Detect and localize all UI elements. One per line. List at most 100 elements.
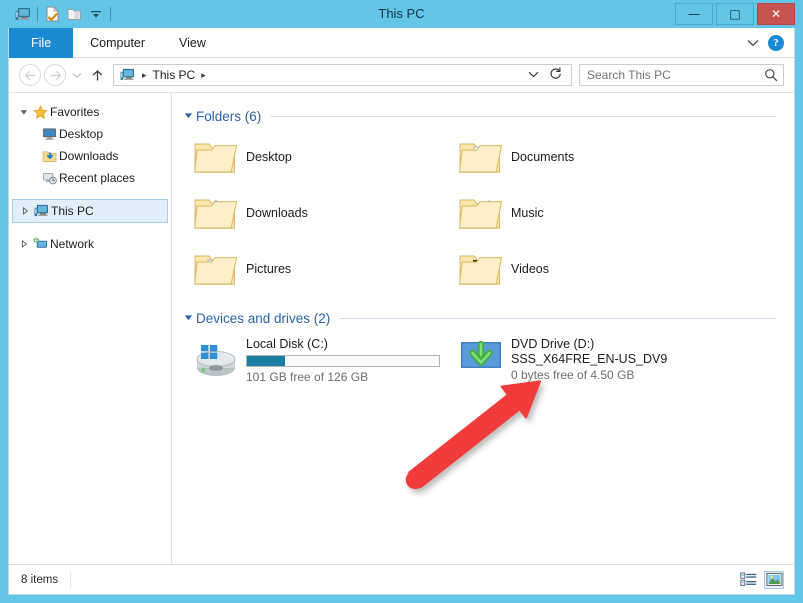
list-item[interactable]: Downloads <box>180 185 445 241</box>
expand-triangle-icon[interactable] <box>17 108 30 116</box>
view-mode-buttons <box>738 570 784 589</box>
group-header-folders[interactable]: Folders (6) <box>180 105 794 127</box>
sidebar-item-this-pc[interactable]: This PC <box>12 199 168 223</box>
forward-button[interactable] <box>44 64 66 86</box>
sidebar-item-favorites[interactable]: Favorites <box>9 101 171 123</box>
search-icon[interactable] <box>764 68 778 82</box>
sidebar-item-label: Recent places <box>59 171 136 185</box>
status-bar: 8 items <box>9 564 794 594</box>
drive-free-space: 101 GB free of 126 GB <box>246 370 369 384</box>
search-box[interactable] <box>579 64 784 86</box>
tab-computer[interactable]: Computer <box>73 28 162 58</box>
sidebar-item-label: Network <box>50 237 95 251</box>
sidebar-item-label: This PC <box>51 204 94 218</box>
videos-folder-icon <box>451 249 511 289</box>
folders-grid: Desktop Documents Downloads Music Pictur… <box>180 129 794 297</box>
drive-name: Local Disk (C:) <box>246 337 328 351</box>
large-icons-view-icon[interactable] <box>764 570 784 589</box>
list-item[interactable]: Videos <box>445 241 710 297</box>
this-pc-icon <box>31 204 51 218</box>
address-history-icon[interactable] <box>520 70 547 80</box>
list-item[interactable]: Desktop <box>180 129 445 185</box>
list-item[interactable]: Documents <box>445 129 710 185</box>
group-header-devices-and-drives[interactable]: Devices and drives (2) <box>180 307 794 329</box>
music-folder-icon <box>451 193 511 233</box>
close-button[interactable]: ✕ <box>757 3 795 25</box>
group-divider <box>339 317 776 319</box>
tab-file[interactable]: File <box>9 28 74 58</box>
recent-locations-button[interactable] <box>69 64 85 86</box>
collapse-triangle-icon[interactable] <box>18 207 31 215</box>
group-divider <box>270 115 776 117</box>
breadcrumb-separator[interactable]: ▸ <box>136 70 153 81</box>
navigation-pane: Favorites Desktop Downloads Recent place… <box>9 93 172 564</box>
pictures-folder-icon <box>186 249 246 289</box>
sidebar-item-label: Favorites <box>50 105 100 119</box>
drive-usage-bar <box>246 355 440 367</box>
list-item[interactable]: Local Disk (C:) 101 GB free of 126 GB <box>180 331 445 389</box>
content-pane[interactable]: Folders (6) Desktop Documents Downloads … <box>172 93 794 564</box>
downloads-folder-icon <box>186 193 246 233</box>
sidebar-item-recent-places[interactable]: Recent places <box>9 167 171 189</box>
documents-folder-icon <box>451 137 511 177</box>
refresh-icon[interactable] <box>547 67 569 83</box>
collapse-triangle-icon[interactable] <box>180 313 196 324</box>
item-label: Videos <box>511 262 549 276</box>
item-label: Pictures <box>246 262 292 276</box>
item-label: Downloads <box>246 206 308 220</box>
downloads-folder-icon <box>39 149 59 163</box>
details-view-icon[interactable] <box>738 571 758 589</box>
help-icon[interactable]: ? <box>768 34 784 51</box>
collapse-triangle-icon[interactable] <box>180 111 196 122</box>
minimize-button[interactable]: — <box>675 3 713 25</box>
desktop-folder-icon <box>186 137 246 177</box>
client-area: File Computer View ? ▸ This PC ▸ Search … <box>8 28 795 595</box>
drive-usage-fill <box>247 356 286 366</box>
close-icon: ✕ <box>770 7 782 21</box>
minimize-icon: — <box>688 7 700 21</box>
chevron-down-icon[interactable] <box>747 37 759 49</box>
recent-places-icon <box>39 171 59 185</box>
network-icon <box>30 237 50 251</box>
item-label: Documents <box>511 150 575 164</box>
back-button[interactable] <box>19 64 41 86</box>
group-title: Devices and drives (2) <box>196 310 331 326</box>
ribbon-tab-strip: File Computer View ? <box>9 28 794 58</box>
title-bar[interactable]: This PC — □ ✕ <box>8 0 795 28</box>
sidebar-item-desktop[interactable]: Desktop <box>9 123 171 145</box>
list-item[interactable]: DVD Drive (D:) SSS_X64FRE_EN-US_DV9 0 by… <box>445 331 710 389</box>
item-label: Music <box>511 206 544 220</box>
maximize-button[interactable]: □ <box>716 3 754 25</box>
this-pc-icon <box>118 67 136 83</box>
sidebar-item-label: Downloads <box>59 149 119 163</box>
sidebar-item-label: Desktop <box>59 127 104 141</box>
star-icon <box>30 104 50 120</box>
ribbon-right-controls: ? <box>747 28 794 57</box>
drive-info: DVD Drive (D:) SSS_X64FRE_EN-US_DV9 0 by… <box>511 335 710 383</box>
item-label: Desktop <box>246 150 292 164</box>
drive-volume-label: SSS_X64FRE_EN-US_DV9 <box>511 352 668 366</box>
address-bar-row: ▸ This PC ▸ <box>9 58 794 92</box>
breadcrumb[interactable]: ▸ This PC ▸ <box>113 64 572 86</box>
breadcrumb-trailing-separator[interactable]: ▸ <box>195 70 212 81</box>
search-input[interactable] <box>587 68 764 82</box>
drive-info: Local Disk (C:) 101 GB free of 126 GB <box>246 335 445 385</box>
up-one-level-button[interactable] <box>87 64 107 86</box>
local-disk-icon <box>186 335 246 379</box>
drive-name: DVD Drive (D:) <box>511 337 595 351</box>
tab-view[interactable]: View <box>162 28 223 58</box>
sidebar-item-network[interactable]: Network <box>9 233 171 255</box>
breadcrumb-segment-this-pc[interactable]: This PC <box>153 68 196 82</box>
explorer-window: This PC — □ ✕ File Computer View ? ▸ Thi… <box>0 0 803 603</box>
collapse-triangle-icon[interactable] <box>17 240 30 248</box>
list-item[interactable]: Music <box>445 185 710 241</box>
group-title: Folders (6) <box>196 108 262 124</box>
list-item[interactable]: Pictures <box>180 241 445 297</box>
main-split: Favorites Desktop Downloads Recent place… <box>9 92 794 564</box>
status-separator <box>70 571 72 588</box>
sidebar-item-downloads[interactable]: Downloads <box>9 145 171 167</box>
dvd-drive-icon <box>451 335 511 371</box>
breadcrumb-tail-controls <box>520 67 569 83</box>
